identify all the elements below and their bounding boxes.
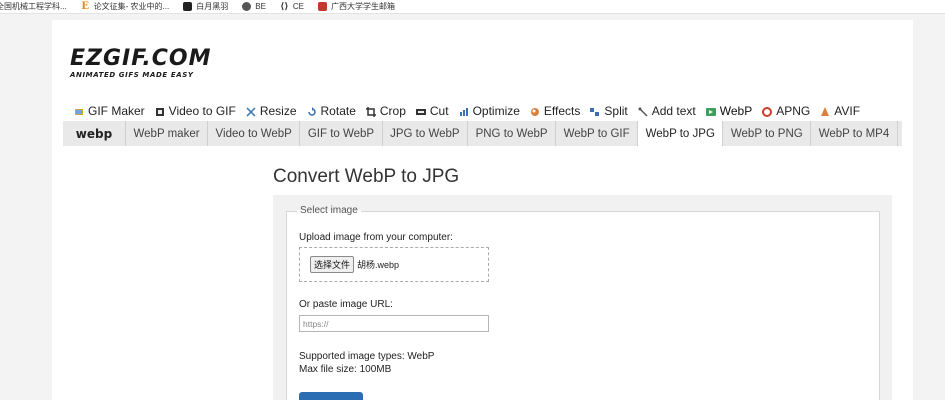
webp-icon [705, 106, 716, 116]
avif-icon [820, 106, 830, 116]
bookmarks-bar: 全国机械工程学科... E 论文征集- 农业中的... 白月黑羽 BE ⟨⟩ CE … [0, 0, 945, 14]
bookmark-4[interactable]: ⟨⟩ CE [280, 0, 305, 13]
max-file-size: Max file size: 100MB [299, 364, 392, 375]
bookmark-1[interactable]: E 论文征集- 农业中的... [81, 0, 170, 13]
nav-apng[interactable]: APNG [762, 104, 810, 118]
nav-label: Crop [379, 104, 406, 118]
nav-label: WebP [719, 104, 753, 118]
select-image-fieldset: Select image Upload image from your comp… [286, 205, 880, 400]
gif-maker-icon [74, 106, 84, 116]
globe-icon [242, 2, 252, 11]
nav-video-to-gif[interactable]: Video to GIF [155, 104, 236, 118]
logo-main-text: EZGIF.COM [70, 46, 212, 71]
bookmark-label: CE [292, 2, 305, 11]
bookmark-2[interactable]: 白月黑羽 [183, 0, 229, 13]
resize-icon [246, 106, 256, 117]
logo-tagline: ANIMATED GIFS MADE EASY [70, 71, 194, 79]
nav-rotate[interactable]: Rotate [307, 104, 356, 118]
subnav-webp-maker[interactable]: WebP maker [126, 121, 209, 146]
nav-label: Add text [651, 104, 696, 118]
nav-label: Rotate [320, 104, 356, 118]
crop-icon [365, 106, 376, 117]
nav-effects[interactable]: Effects [530, 104, 580, 118]
square-logo-icon [183, 2, 193, 11]
letter-e-icon: E [81, 1, 89, 12]
ce-logo-icon: ⟨⟩ [280, 1, 289, 11]
upload-button[interactable] [299, 392, 363, 400]
webp-logo: webp [63, 121, 126, 146]
optimize-icon [459, 106, 469, 116]
bookmark-5[interactable]: 广西大学学生邮箱 [318, 0, 396, 13]
nav-label: Cut [429, 104, 449, 118]
nav-label: AVIF [834, 104, 861, 118]
nav-crop[interactable]: Crop [365, 104, 406, 118]
nav-avif[interactable]: AVIF [820, 104, 860, 118]
page-title: Convert WebP to JPG [273, 166, 460, 187]
nav-optimize[interactable]: Optimize [459, 104, 520, 118]
mail-logo-icon [318, 2, 328, 11]
subnav-webp-to-mp4[interactable]: WebP to MP4 [811, 121, 898, 146]
nav-split[interactable]: Split [590, 104, 628, 118]
nav-label: GIF Maker [88, 104, 145, 118]
subnav-webp-to-gif[interactable]: WebP to GIF [556, 121, 639, 146]
nav-add-text[interactable]: Add text [638, 104, 696, 118]
film-icon [155, 106, 165, 116]
fieldset-legend: Select image [297, 205, 361, 216]
cut-icon [415, 106, 426, 116]
effects-icon [530, 106, 540, 116]
apng-icon [762, 106, 773, 117]
upload-label: Upload image from your computer: [299, 232, 453, 243]
url-label: Or paste image URL: [299, 299, 393, 310]
nav-label: Resize [259, 104, 297, 118]
subnav-gif-to-webp[interactable]: GIF to WebP [300, 121, 383, 146]
upload-panel: Select image Upload image from your comp… [273, 195, 892, 400]
image-url-input[interactable] [299, 315, 489, 332]
page-container: EZGIF.COM ANIMATED GIFS MADE EASY GIF Ma… [52, 20, 913, 400]
sub-nav: webp WebP maker Video to WebP GIF to Web… [63, 121, 902, 146]
nav-label: Video to GIF [168, 104, 236, 118]
file-info: Supported image types: WebP Max file siz… [299, 350, 434, 376]
rotate-icon [307, 106, 317, 116]
nav-label: Effects [543, 104, 581, 118]
choose-file-button[interactable]: 选择文件 [310, 256, 355, 273]
subnav-webp-to-png[interactable]: WebP to PNG [723, 121, 812, 146]
split-icon [590, 106, 600, 116]
bookmark-label: 广西大学学生邮箱 [331, 2, 396, 11]
supported-types: Supported image types: WebP [299, 351, 435, 362]
nav-label: Split [604, 104, 628, 118]
nav-resize[interactable]: Resize [246, 104, 297, 118]
nav-label: Optimize [472, 104, 520, 118]
main-nav: GIF Maker Video to GIF Resize Rotate Cro… [74, 102, 870, 120]
nav-webp[interactable]: WebP [705, 104, 753, 118]
subnav-jpg-to-webp[interactable]: JPG to WebP [383, 121, 469, 146]
bookmark-0[interactable]: 全国机械工程学科... [0, 0, 67, 13]
subnav-webp-to-jpg[interactable]: WebP to JPG [638, 121, 724, 146]
bookmark-label: 论文征集- 农业中的... [93, 2, 170, 11]
bookmark-label: 白月黑羽 [196, 2, 229, 11]
site-logo[interactable]: EZGIF.COM ANIMATED GIFS MADE EASY [70, 46, 212, 80]
file-drop-zone[interactable]: 选择文件 胡杨.webp [299, 247, 489, 282]
nav-label: APNG [776, 104, 811, 118]
nav-cut[interactable]: Cut [415, 104, 449, 118]
subnav-video-to-webp[interactable]: Video to WebP [208, 121, 301, 146]
nav-gif-maker[interactable]: GIF Maker [74, 104, 145, 118]
subnav-png-to-webp[interactable]: PNG to WebP [468, 121, 557, 146]
add-text-icon [638, 106, 648, 117]
bookmark-3[interactable]: BE [242, 0, 266, 13]
bookmark-label: BE [255, 2, 266, 11]
selected-file-name: 胡杨.webp [357, 260, 400, 270]
bookmark-label: 全国机械工程学科... [0, 2, 67, 11]
